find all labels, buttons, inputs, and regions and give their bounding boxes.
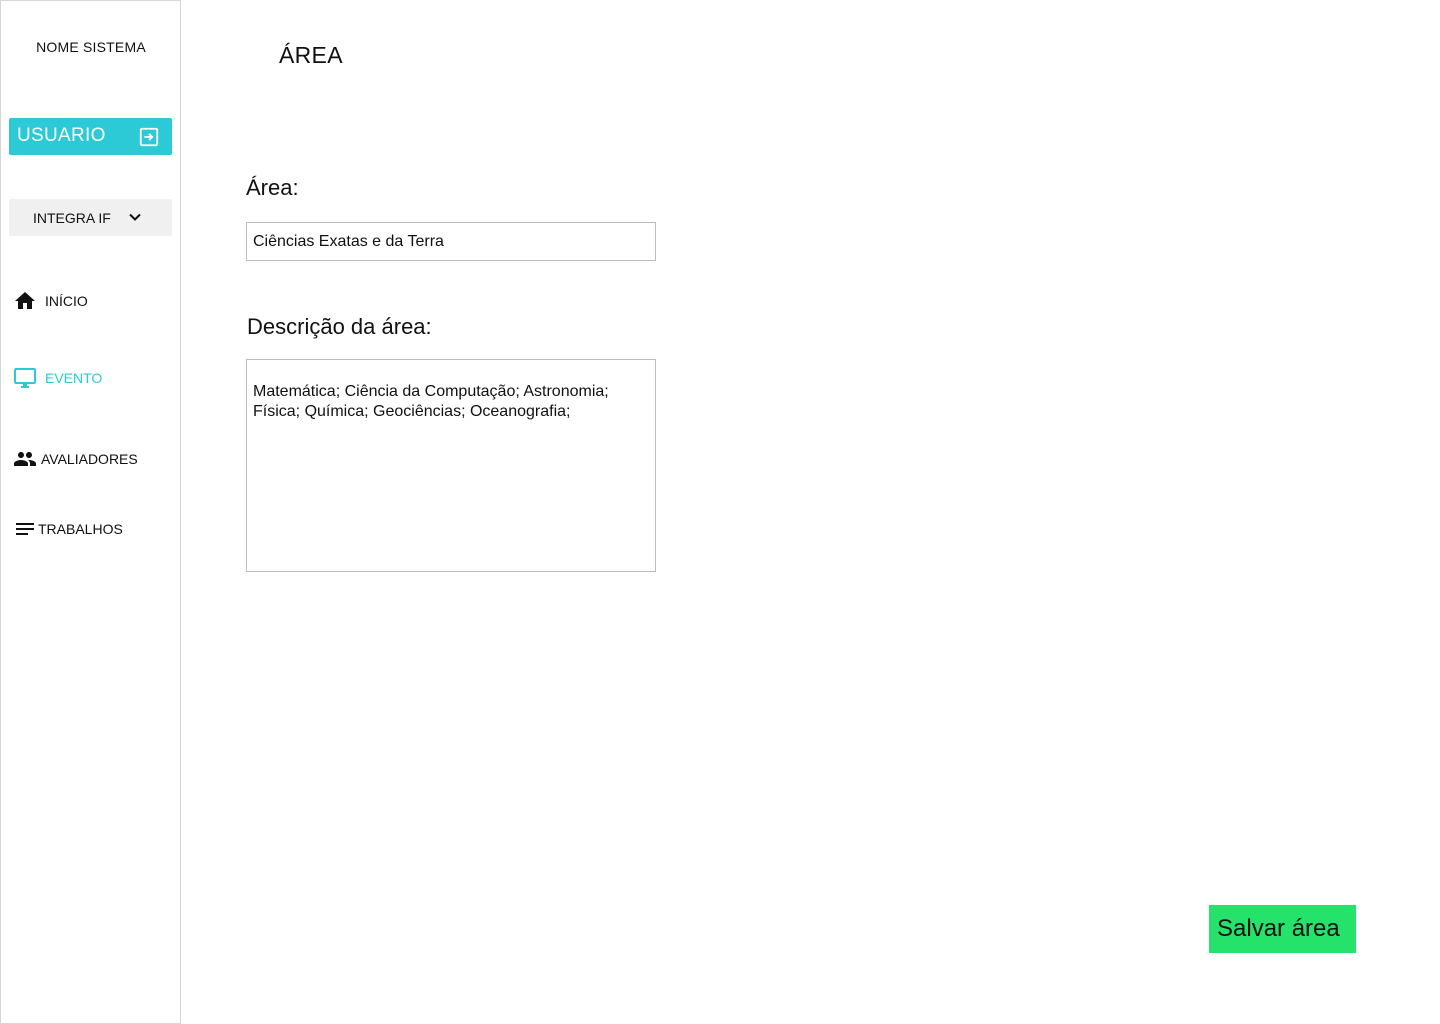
system-name: NOME SISTEMA (36, 39, 146, 55)
area-field[interactable] (246, 222, 656, 261)
nav-item-label: INÍCIO (45, 293, 88, 309)
area-field-label: Área: (246, 175, 299, 200)
description-field-label: Descrição da área: (247, 314, 432, 339)
page-title: ÁREA (279, 42, 343, 68)
chevron-down-icon (129, 213, 141, 221)
home-icon (15, 292, 35, 309)
people-icon (14, 452, 36, 466)
nav-item-trabalhos[interactable]: TRABALHOS (13, 516, 123, 542)
save-area-button[interactable]: Salvar área (1209, 905, 1356, 953)
event-select[interactable]: INTEGRA IF (9, 199, 172, 236)
sidebar: NOME SISTEMA USUARIO INTEGRA IF INÍCIO E… (0, 0, 181, 1024)
monitor-icon (14, 368, 36, 388)
nav-item-evento[interactable]: EVENTO (13, 365, 102, 391)
nav-item-label: AVALIADORES (41, 451, 138, 467)
nav-item-label: TRABALHOS (38, 521, 123, 537)
event-select-value: INTEGRA IF (33, 210, 111, 226)
nav-item-avaliadores[interactable]: AVALIADORES (13, 446, 138, 472)
nav-item-inicio[interactable]: INÍCIO (13, 288, 88, 314)
logout-icon (139, 127, 159, 147)
nav-item-label: EVENTO (45, 370, 103, 386)
description-field[interactable]: Matemática; Ciência da Computação; Astro… (246, 359, 656, 572)
user-button[interactable]: USUARIO (9, 118, 172, 155)
user-button-label: USUARIO (17, 125, 106, 146)
list-icon (16, 523, 34, 535)
